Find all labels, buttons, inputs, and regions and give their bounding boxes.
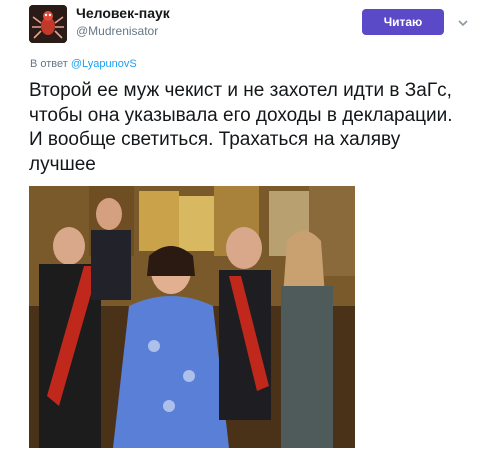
chevron-down-icon[interactable] xyxy=(456,16,470,30)
user-handle[interactable]: @Mudrenisator xyxy=(76,24,158,38)
display-name[interactable]: Человек-паук xyxy=(76,5,170,21)
tweet-text: Второй ее муж чекист и не захотел идти в… xyxy=(29,80,453,175)
tweet-header: Человек-паук @Mudrenisator Читаю xyxy=(0,0,480,52)
group-photo-image xyxy=(29,186,355,448)
reply-prefix: В ответ xyxy=(30,58,68,70)
reply-context: В ответ @LyapunovS xyxy=(30,58,137,70)
reply-mention-link[interactable]: @LyapunovS xyxy=(71,58,137,70)
tweet-photo[interactable] xyxy=(29,186,355,448)
spider-avatar-icon xyxy=(29,5,67,43)
avatar[interactable] xyxy=(29,5,67,43)
follow-button[interactable]: Читаю xyxy=(362,9,444,35)
